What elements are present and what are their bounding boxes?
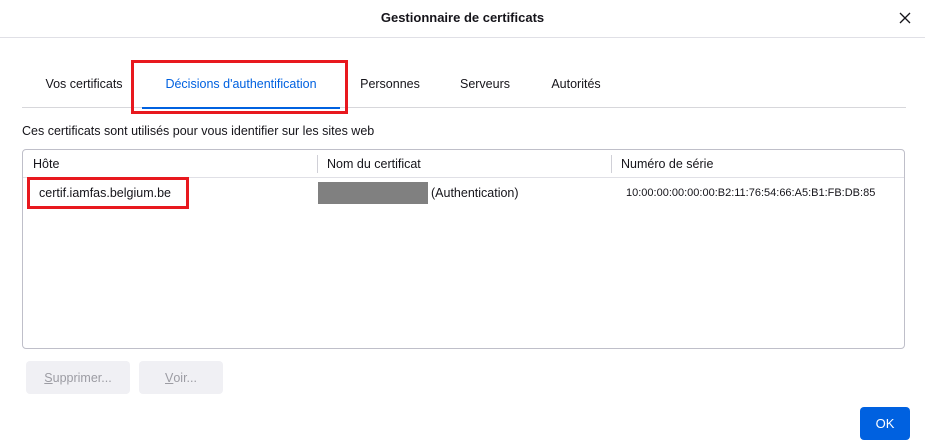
close-icon — [899, 12, 911, 24]
table-header: Hôte Nom du certificat Numéro de série — [23, 150, 904, 178]
view-label: oir... — [173, 370, 197, 385]
description-text: Ces certificats sont utilisés pour vous … — [22, 124, 375, 138]
window-title: Gestionnaire de certificats — [380, 10, 545, 25]
cell-host: certif.iamfas.belgium.be — [39, 186, 172, 200]
tab-bar: Vos certificats Décisions d'authentifica… — [22, 60, 906, 109]
tab-authorities[interactable]: Autorités — [540, 60, 612, 108]
view-button[interactable]: Voir... — [139, 361, 223, 394]
cell-cert-name: (Authentication) — [431, 186, 519, 200]
column-header-serial[interactable]: Numéro de série — [621, 150, 891, 178]
delete-mnemonic: S — [44, 370, 53, 385]
tab-people[interactable]: Personnes — [352, 60, 428, 108]
close-button[interactable] — [891, 4, 919, 32]
table-row[interactable]: certif.iamfas.belgium.be (Authentication… — [23, 178, 904, 208]
tab-authentication-decisions[interactable]: Décisions d'authentification — [142, 60, 340, 109]
ok-button[interactable]: OK — [860, 407, 910, 440]
delete-button[interactable]: Supprimer... — [26, 361, 130, 394]
column-separator[interactable] — [611, 155, 612, 173]
title-bar: Gestionnaire de certificats — [0, 0, 925, 38]
tab-servers[interactable]: Serveurs — [450, 60, 520, 108]
column-separator[interactable] — [317, 155, 318, 173]
column-header-cert-name[interactable]: Nom du certificat — [327, 150, 607, 178]
delete-label: upprimer... — [52, 370, 112, 385]
certificate-table[interactable]: Hôte Nom du certificat Numéro de série c… — [22, 149, 905, 349]
view-mnemonic: V — [165, 370, 174, 385]
column-header-host[interactable]: Hôte — [33, 150, 313, 178]
redacted-cert-name — [318, 182, 428, 204]
tab-your-certificates[interactable]: Vos certificats — [32, 60, 136, 108]
cell-serial: 10:00:00:00:00:00:B2:11:76:54:66:A5:B1:F… — [626, 187, 876, 199]
